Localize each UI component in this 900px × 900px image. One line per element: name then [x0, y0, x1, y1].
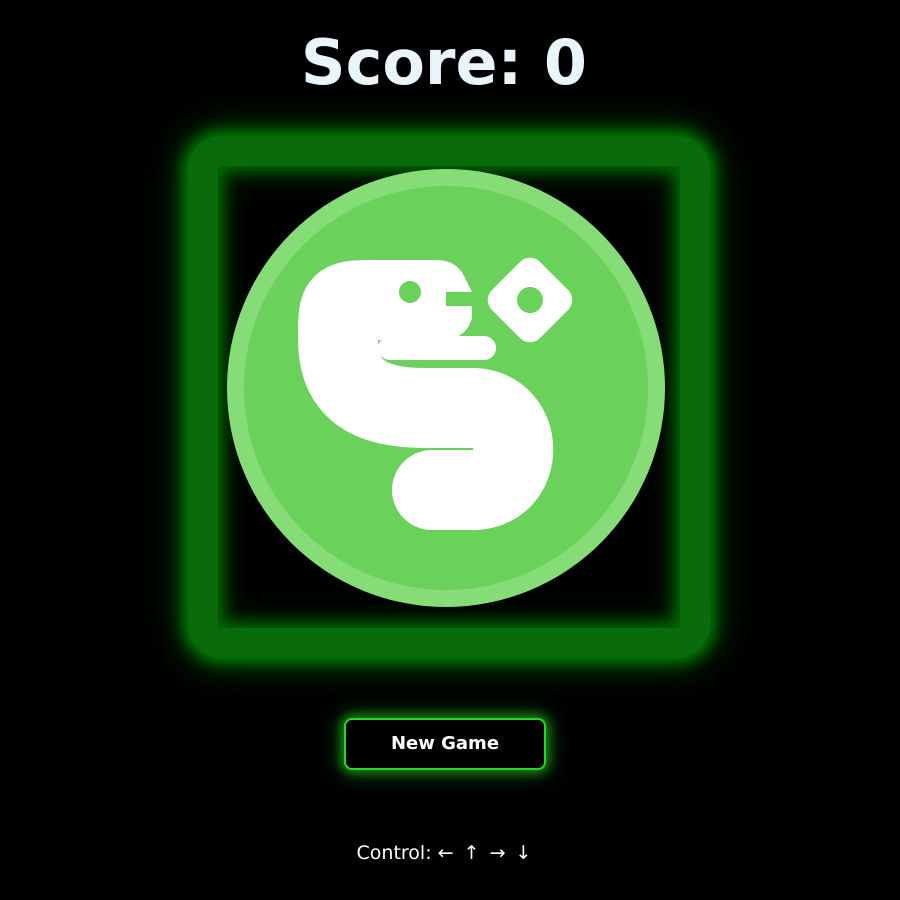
controls-hint: Control: ← ↑ → ↓ — [0, 842, 890, 864]
new-game-button[interactable]: New Game — [344, 718, 546, 770]
game-page: Score: 0 New Game Control: ← ↑ → ↓ — [0, 0, 900, 900]
snake-logo-icon — [226, 168, 666, 608]
controls-label: Control: — [356, 842, 432, 864]
arrow-keys-icon: ← ↑ → ↓ — [437, 842, 534, 864]
snake-eye — [399, 281, 421, 303]
score-display: Score: 0 — [300, 26, 588, 99]
